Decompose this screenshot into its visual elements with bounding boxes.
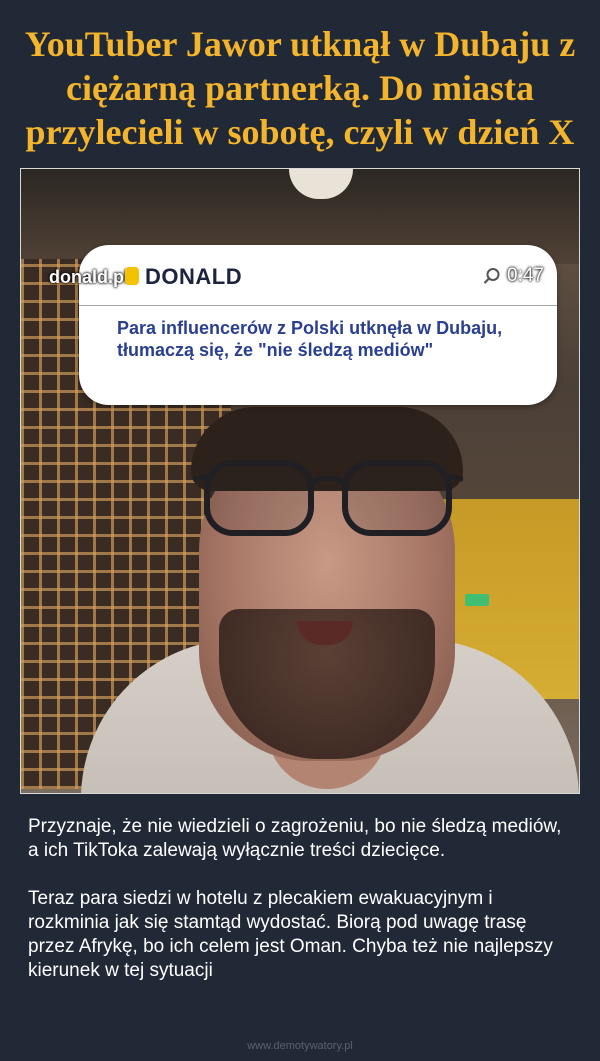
news-header: donald.pl DONALD 0:47 xyxy=(49,245,557,306)
news-headline: Para influencerów z Polski utknęła w Dub… xyxy=(117,318,503,360)
site-watermark: www.demotywatory.pl xyxy=(247,1040,353,1052)
site-brand: DONALD xyxy=(145,264,243,289)
site-domain: donald.pl xyxy=(49,267,129,287)
caption-paragraph: Przyznaje, że nie wiedzieli o zagrożeniu… xyxy=(28,816,562,861)
post-caption: Przyznaje, że nie wiedzieli o zagrożeniu… xyxy=(28,815,573,983)
caption-paragraph: Teraz para siedzi w hotelu z plecakiem e… xyxy=(28,888,553,981)
duck-logo-icon xyxy=(125,267,139,285)
exit-sign xyxy=(465,594,489,606)
search-icon xyxy=(483,268,500,284)
video-timer: 0:47 xyxy=(507,265,544,286)
post-image: donald.pl DONALD 0:47 Para influencerów … xyxy=(20,168,580,794)
news-overlay-card: donald.pl DONALD 0:47 Para influencerów … xyxy=(49,245,557,405)
post-title: YouTuber Jawor utknął w Dubaju z ciężarn… xyxy=(24,24,576,152)
glasses-icon xyxy=(193,460,463,536)
